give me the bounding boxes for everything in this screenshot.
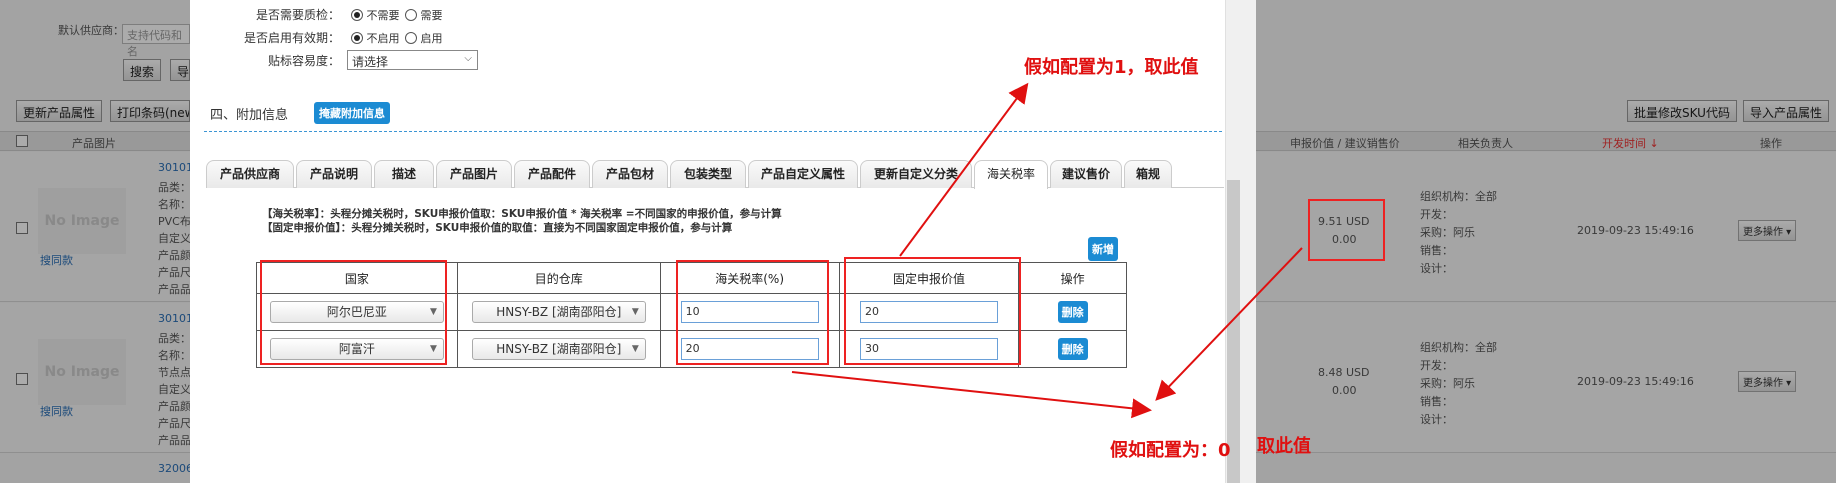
arrow-to-top-note [899,82,1029,257]
arrow-from-price [1155,247,1303,401]
annotation-bottom-1: 假如配置为：0 [1110,440,1231,461]
annotation-bottom-2: 取此值 [1257,436,1311,457]
arrow-to-bottom-note [791,371,1152,419]
annotation-top: 假如配置为1，取此值 [1024,57,1199,78]
annotation-arrows [791,82,1303,419]
